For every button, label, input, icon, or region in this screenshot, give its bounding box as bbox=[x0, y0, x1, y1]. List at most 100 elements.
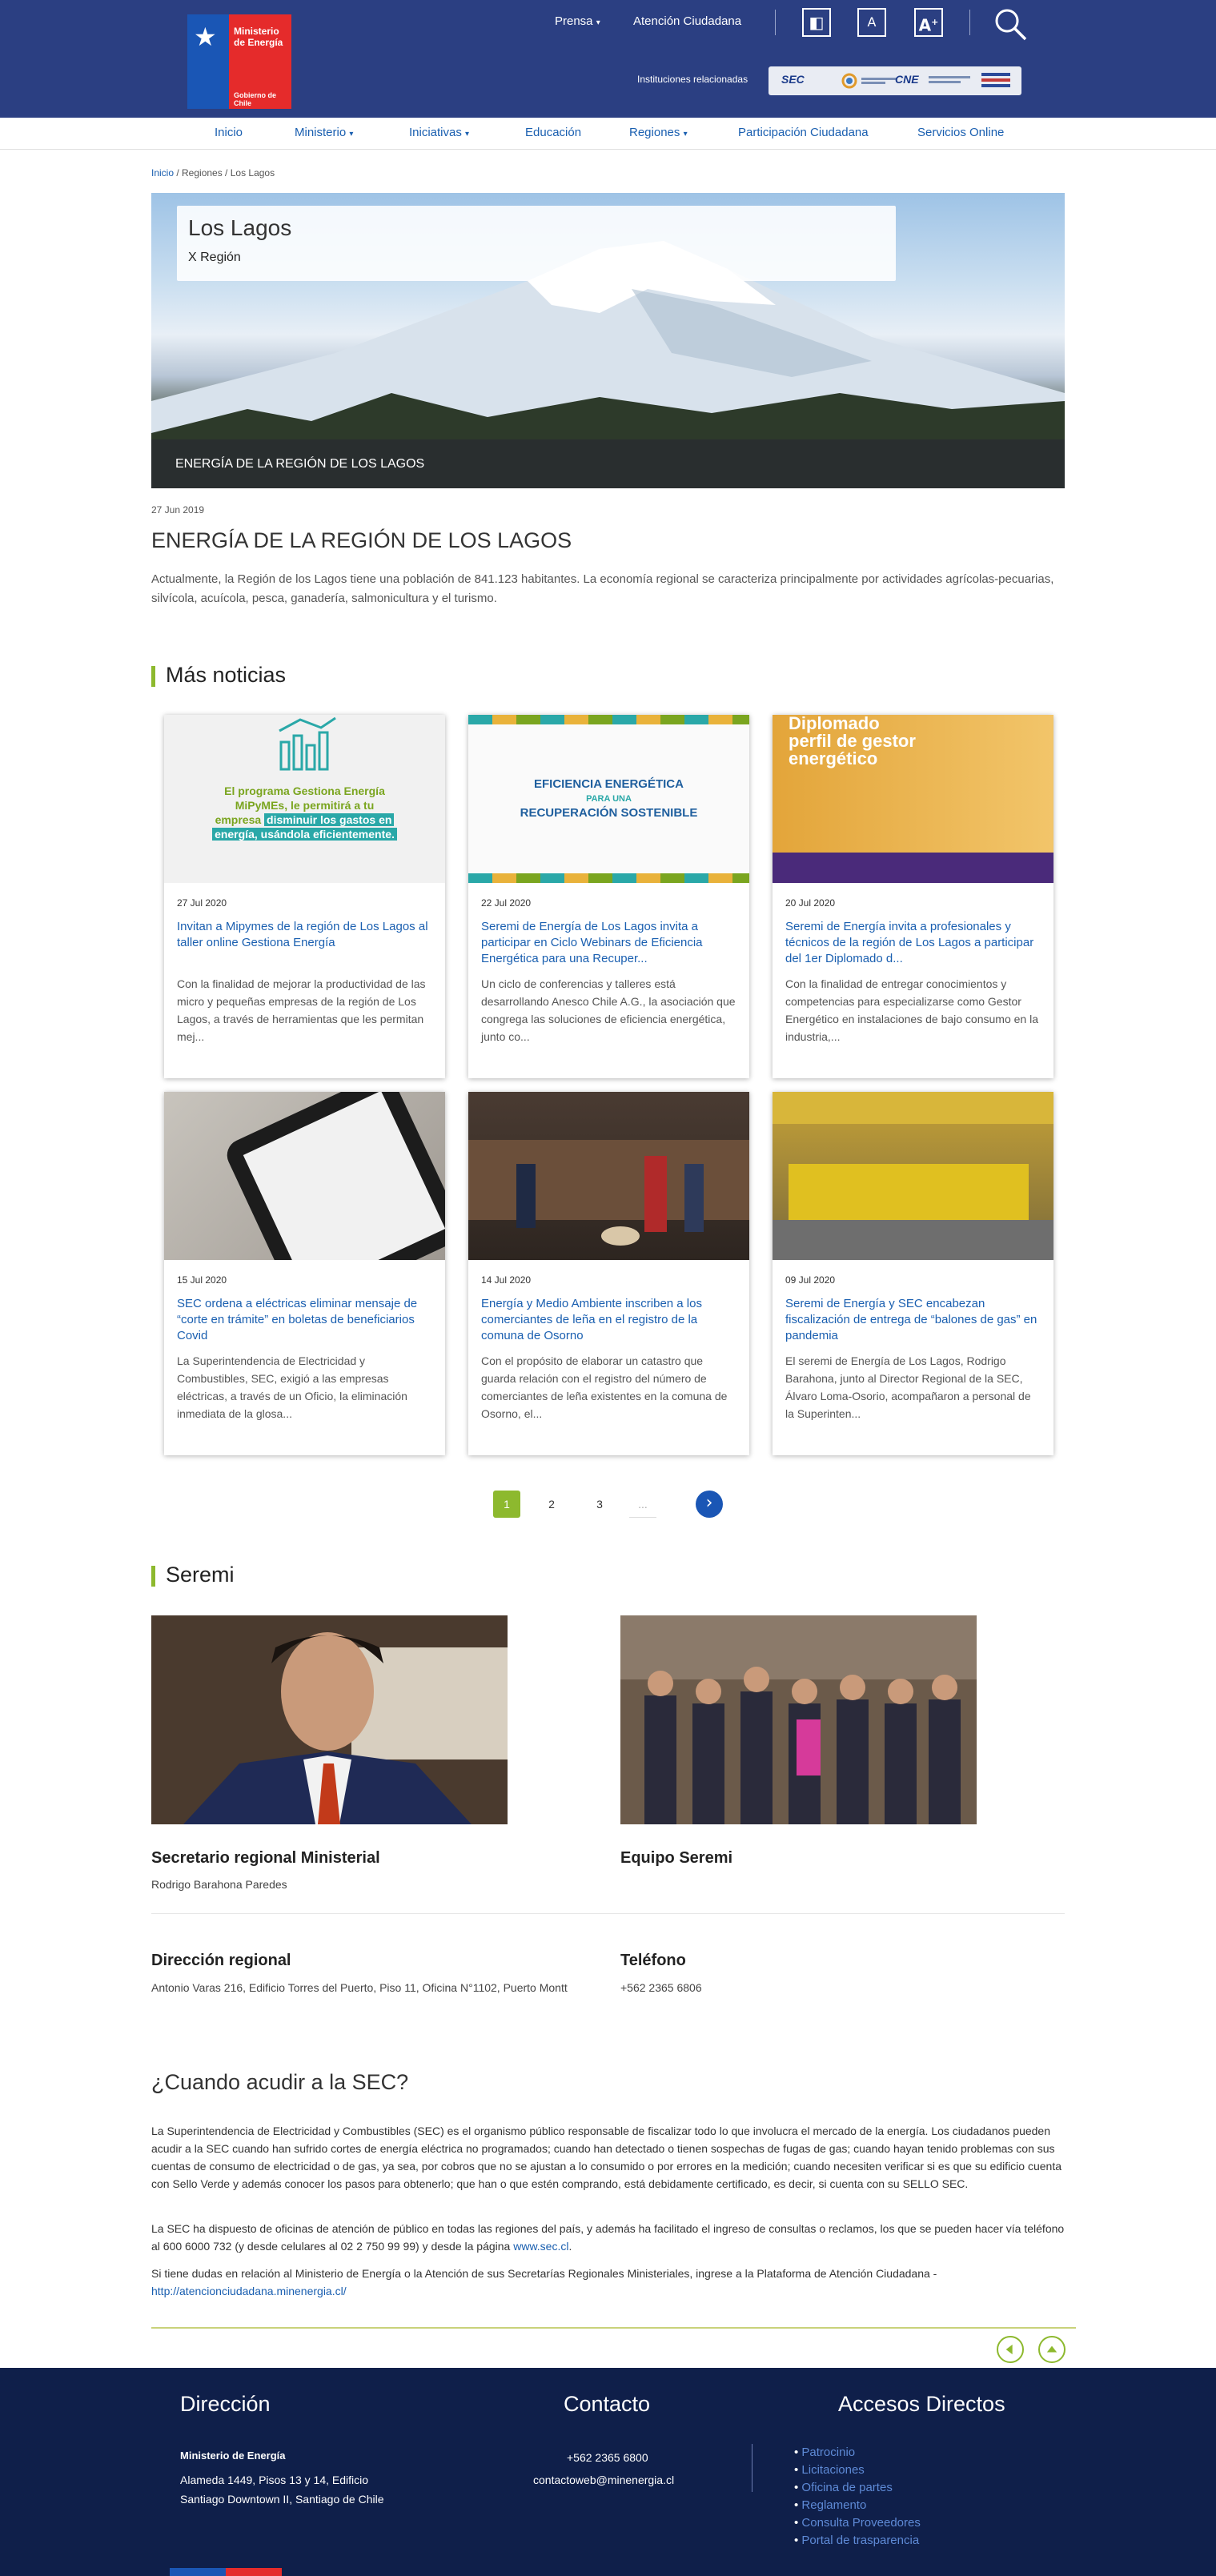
mas-noticias-heading: Más noticias bbox=[151, 663, 286, 688]
card2-title3: RECUPERACIÓN SOSTENIBLE bbox=[520, 806, 698, 820]
news-date: 09 Jul 2020 bbox=[785, 1274, 836, 1286]
calculator-photo bbox=[227, 1092, 445, 1260]
news-excerpt: Con la finalidad de mejorar la productiv… bbox=[177, 977, 426, 1043]
card3-title1: Diplomado bbox=[789, 715, 880, 733]
nav-educacion[interactable]: Educación bbox=[525, 126, 581, 139]
font-decrease-button[interactable]: A bbox=[857, 8, 886, 37]
footer-link[interactable]: Consulta Proveedores bbox=[794, 2514, 920, 2532]
pattern-band bbox=[468, 873, 749, 883]
card3-title3: energético bbox=[789, 748, 878, 768]
news-title[interactable]: Seremi de Energía y SEC encabezan fiscal… bbox=[785, 1296, 1041, 1344]
star-icon: ★ bbox=[194, 22, 217, 52]
footer-direccion-heading: Dirección bbox=[180, 2392, 271, 2416]
nav-iniciativas-label: Iniciativas bbox=[409, 126, 462, 139]
card3-title2: perfil de gestor bbox=[789, 731, 916, 751]
search-icon[interactable] bbox=[993, 6, 1028, 42]
footer-email[interactable]: contactoweb@minenergia.cl bbox=[533, 2470, 674, 2490]
footer-accesos-heading: Accesos Directos bbox=[838, 2392, 1005, 2416]
hero-caption: ENERGÍA DE LA REGIÓN DE LOS LAGOS bbox=[175, 457, 425, 471]
news-title[interactable]: Energía y Medio Ambiente inscriben a los… bbox=[481, 1296, 737, 1344]
nav-ministerio[interactable]: Ministerio ▾ bbox=[295, 126, 353, 139]
seremi-portrait bbox=[151, 1615, 508, 1824]
cchen-logo-icon[interactable] bbox=[980, 71, 1012, 90]
footer-contacto-heading: Contacto bbox=[564, 2392, 651, 2416]
footer-address-line1: Alameda 1449, Pisos 13 y 14, Edificio bbox=[180, 2474, 369, 2486]
news-excerpt: Con la finalidad de entregar conocimient… bbox=[785, 977, 1038, 1043]
scroll-top-icon[interactable] bbox=[1038, 2336, 1066, 2363]
news-card-image bbox=[468, 1092, 749, 1260]
sec-paragraph-2-end: . bbox=[568, 2240, 572, 2253]
atencion-ciudadana-url[interactable]: http://atencionciudadana.minenergia.cl/ bbox=[151, 2285, 347, 2297]
footer-phone[interactable]: +562 2365 6800 bbox=[567, 2448, 648, 2467]
logo-title: Ministerio de Energía bbox=[234, 26, 283, 48]
nav-iniciativas[interactable]: Iniciativas ▾ bbox=[409, 126, 469, 139]
sec-paragraph-2-text: La SEC ha dispuesto de oficinas de atenc… bbox=[151, 2222, 1065, 2253]
news-date: 22 Jul 2020 bbox=[481, 897, 532, 909]
news-card[interactable]: 09 Jul 2020 Seremi de Energía y SEC enca… bbox=[773, 1092, 1053, 1455]
gas-cylinders-photo bbox=[773, 1092, 1053, 1260]
group-photo bbox=[620, 1615, 977, 1824]
footer-link[interactable]: Licitaciones bbox=[794, 2462, 921, 2479]
news-date: 27 Jul 2020 bbox=[177, 897, 227, 909]
footer-ministerio: Ministerio de Energía bbox=[180, 2450, 286, 2462]
news-date: 15 Jul 2020 bbox=[177, 1274, 227, 1286]
card1-highlight2: energía, usándola eficientemente. bbox=[212, 828, 397, 841]
news-card[interactable]: 14 Jul 2020 Energía y Medio Ambiente ins… bbox=[468, 1092, 749, 1455]
telefono-value[interactable]: +562 2365 6806 bbox=[620, 1979, 702, 1996]
footer-link[interactable]: Oficina de partes bbox=[794, 2479, 921, 2497]
news-title[interactable]: Invitan a Mipymes de la región de Los La… bbox=[177, 919, 433, 951]
sec-paragraph-1: La Superintendencia de Electricidad y Co… bbox=[151, 2125, 1062, 2190]
main-navigation: Inicio Ministerio ▾ Iniciativas ▾ Educac… bbox=[0, 118, 1216, 150]
card1-line1: El programa Gestiona Energía bbox=[224, 784, 385, 797]
news-card[interactable]: EFICIENCIA ENERGÉTICA PARA UNA RECUPERAC… bbox=[468, 715, 749, 1078]
atencion-ciudadana-link[interactable]: Atención Ciudadana bbox=[633, 14, 741, 28]
seremi-role: Secretario regional Ministerial bbox=[151, 1849, 380, 1867]
font-increase-button[interactable]: A+ bbox=[914, 8, 943, 37]
page-2[interactable]: 2 bbox=[538, 1491, 565, 1518]
news-card[interactable]: 15 Jul 2020 SEC ordena a eléctricas elim… bbox=[164, 1092, 445, 1455]
chevron-down-icon: ▾ bbox=[683, 130, 688, 138]
hero-title-box: Los Lagos X Región bbox=[177, 206, 896, 281]
direccion-value: Antonio Varas 216, Edificio Torres del P… bbox=[151, 1981, 568, 1994]
news-card-image bbox=[773, 1092, 1053, 1260]
news-card[interactable]: Diplomado perfil de gestor energético 20… bbox=[773, 715, 1053, 1078]
ministerio-logo[interactable]: ★ Ministerio de Energía Gobierno de Chil… bbox=[187, 14, 291, 109]
agency-name-icon bbox=[861, 78, 897, 84]
footer-link[interactable]: Reglamento bbox=[794, 2497, 921, 2514]
page-3[interactable]: 3 bbox=[586, 1491, 613, 1518]
nav-servicios[interactable]: Servicios Online bbox=[917, 126, 1004, 139]
direccion-label: Dirección regional bbox=[151, 1952, 291, 1969]
hero-subtitle: X Región bbox=[188, 251, 241, 264]
instituciones-logos[interactable]: SEC CNE bbox=[769, 66, 1021, 95]
next-page-icon[interactable]: › bbox=[696, 1491, 723, 1518]
contrast-toggle-icon[interactable]: ◧ bbox=[802, 8, 831, 37]
footer-address-line2: Santiago Downtown II, Santiago de Chile bbox=[180, 2493, 384, 2506]
card2-title2: PARA UNA bbox=[586, 794, 632, 804]
prensa-menu[interactable]: Prensa ▾ bbox=[555, 14, 600, 28]
back-arrow-icon[interactable] bbox=[997, 2336, 1024, 2363]
news-excerpt: Con el propósito de elaborar un catastro… bbox=[481, 1354, 728, 1420]
agency-name-icon bbox=[929, 76, 970, 83]
news-card-image: Diplomado perfil de gestor energético bbox=[773, 715, 1053, 883]
news-title[interactable]: SEC ordena a eléctricas eliminar mensaje… bbox=[177, 1296, 433, 1344]
sec-logo[interactable]: SEC bbox=[781, 73, 805, 86]
nav-inicio[interactable]: Inicio bbox=[215, 126, 243, 139]
agency-logo-icon[interactable] bbox=[841, 73, 858, 89]
page-1[interactable]: 1 bbox=[493, 1491, 520, 1518]
nav-participacion[interactable]: Participación Ciudadana bbox=[738, 126, 869, 139]
breadcrumb-home[interactable]: Inicio bbox=[151, 167, 174, 179]
footer-link[interactable]: Portal de trasparencia bbox=[794, 2532, 921, 2550]
font-increase-label: A bbox=[918, 15, 932, 35]
news-title[interactable]: Seremi de Energía de Los Lagos invita a … bbox=[481, 919, 737, 967]
nav-ministerio-label: Ministerio bbox=[295, 126, 347, 139]
news-title[interactable]: Seremi de Energía invita a profesionales… bbox=[785, 919, 1041, 967]
cne-logo[interactable]: CNE bbox=[895, 73, 919, 86]
purple-band bbox=[773, 853, 1053, 883]
nav-regiones[interactable]: Regiones ▾ bbox=[629, 126, 688, 139]
news-card[interactable]: El programa Gestiona Energía MiPyMEs, le… bbox=[164, 715, 445, 1078]
article-title: ENERGÍA DE LA REGIÓN DE LOS LAGOS bbox=[151, 528, 572, 552]
footer-link[interactable]: Patrocinio bbox=[794, 2444, 921, 2462]
sec-website-link[interactable]: www.sec.cl bbox=[513, 2240, 568, 2253]
article-body: Actualmente, la Región de los Lagos tien… bbox=[151, 572, 1054, 605]
team-label: Equipo Seremi bbox=[620, 1849, 733, 1867]
